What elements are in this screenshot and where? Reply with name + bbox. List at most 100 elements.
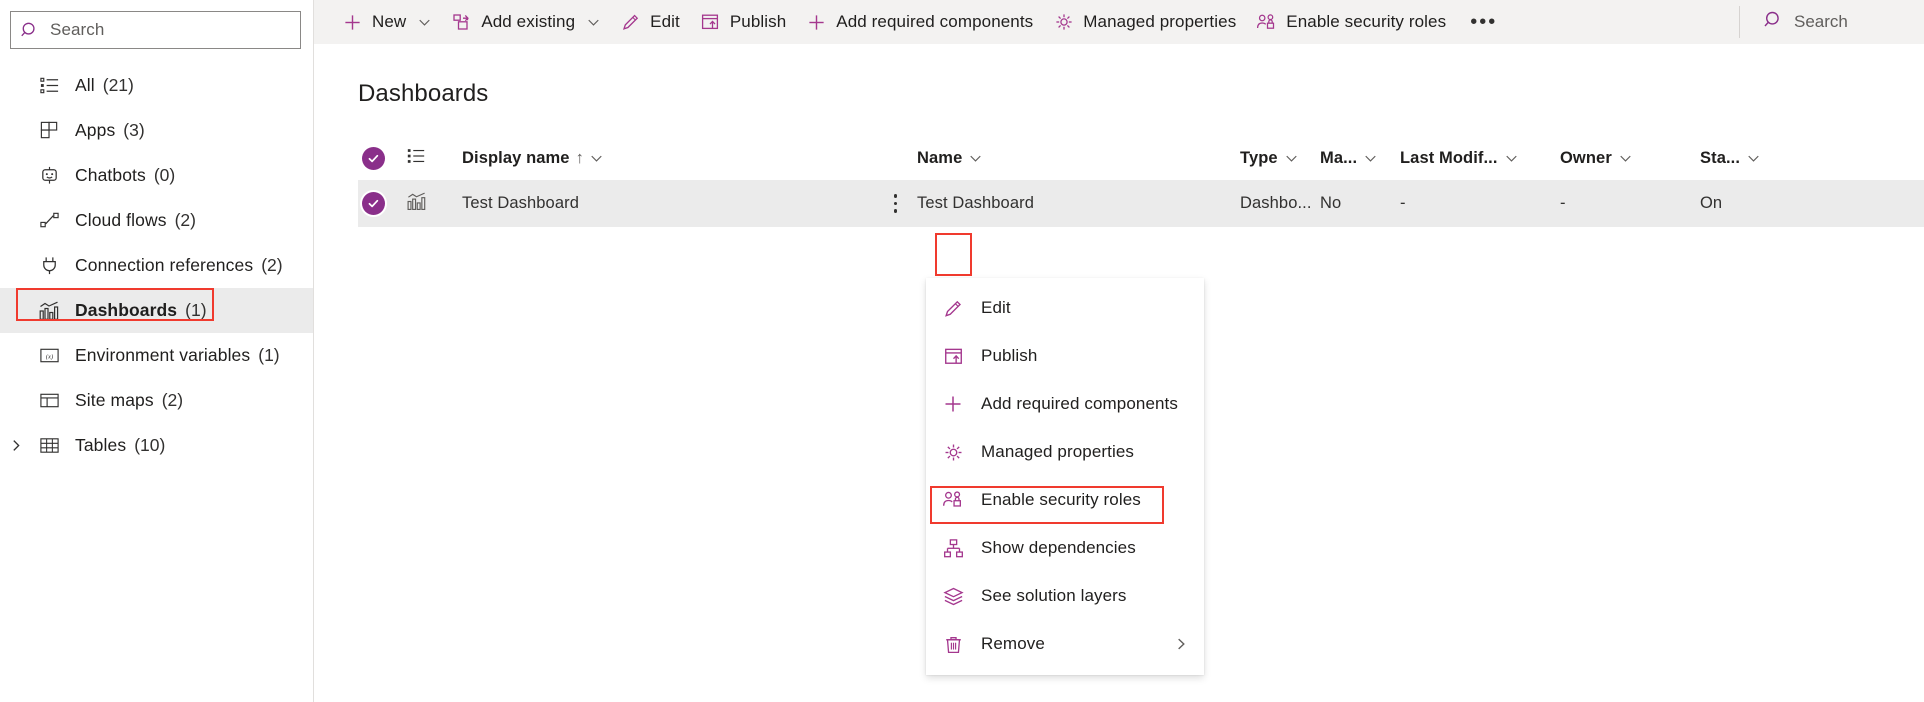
- row-context-menu: Edit Publish Add required components Man…: [926, 278, 1204, 675]
- context-menu-item-edit[interactable]: Edit: [926, 284, 1204, 332]
- sidebar-item-count: (2): [261, 255, 283, 275]
- list-icon: [38, 75, 60, 97]
- gear-icon: [942, 441, 964, 463]
- sidebar-item-all[interactable]: All (21): [0, 63, 313, 108]
- chevron-right-icon[interactable]: [8, 438, 24, 454]
- command-label: Add existing: [481, 12, 576, 31]
- table-icon: [38, 435, 60, 457]
- grid-header-type-icon[interactable]: [406, 146, 462, 171]
- command-label: Managed properties: [1083, 12, 1237, 31]
- command-publish[interactable]: Publish: [690, 0, 796, 44]
- cell-status: On: [1700, 194, 1723, 212]
- app-root: Search All (21) Apps (3) Chatbots (0) Cl…: [0, 0, 1924, 702]
- command-managed-properties[interactable]: Managed properties: [1043, 0, 1246, 44]
- select-all-checkbox[interactable]: [358, 146, 406, 170]
- chatbot-icon: [38, 165, 60, 187]
- dot: [893, 201, 898, 206]
- plus-icon: [342, 12, 363, 33]
- chevron-down-icon[interactable]: [1747, 152, 1760, 165]
- context-menu-item-enable-security-roles[interactable]: Enable security roles: [926, 476, 1204, 524]
- context-menu-item-label: See solution layers: [981, 586, 1127, 605]
- chevron-down-icon[interactable]: [969, 152, 982, 165]
- column-header-owner[interactable]: Owner: [1560, 149, 1700, 168]
- add-existing-icon: [451, 12, 472, 33]
- cell-owner: -: [1560, 194, 1566, 212]
- checkmark-icon: [362, 192, 385, 215]
- sidebar-item-count: (2): [161, 390, 184, 410]
- command-label: Edit: [650, 12, 680, 31]
- chevron-down-icon[interactable]: [1619, 152, 1632, 165]
- command-add-existing[interactable]: Add existing: [441, 0, 610, 44]
- table-row[interactable]: Test Dashboard Test Dashboard Dashbo... …: [358, 180, 1924, 227]
- chevron-down-icon[interactable]: [1505, 152, 1518, 165]
- column-header-type[interactable]: Type: [1240, 149, 1320, 168]
- context-menu-item-managed-properties[interactable]: Managed properties: [926, 428, 1204, 476]
- sidebar-item-count: (2): [174, 210, 196, 230]
- sidebar-item-count: (3): [123, 120, 145, 140]
- chevron-down-icon[interactable]: [587, 16, 600, 29]
- sidebar-item-dashboards[interactable]: Dashboards (1): [0, 288, 313, 333]
- sidebar-item-label: Cloud flows: [75, 210, 167, 230]
- overflow-label: •••: [1470, 11, 1498, 33]
- context-menu-item-label: Edit: [981, 298, 1011, 317]
- chevron-down-icon[interactable]: [1364, 152, 1377, 165]
- security-roles-icon: [942, 489, 964, 511]
- context-menu-item-label: Managed properties: [981, 442, 1135, 461]
- context-menu-item-label: Publish: [981, 346, 1038, 365]
- plug-icon: [38, 255, 60, 277]
- publish-icon: [700, 12, 721, 33]
- plus-icon: [942, 393, 964, 415]
- sidebar-item-apps[interactable]: Apps (3): [0, 108, 313, 153]
- sidebar-item-count: (1): [258, 345, 280, 365]
- sidebar-item-connection-references[interactable]: Connection references (2): [0, 243, 313, 288]
- column-header-last-modified[interactable]: Last Modif...: [1400, 149, 1560, 168]
- sidebar-item-count: (21): [102, 75, 134, 95]
- command-bar-search[interactable]: Search: [1740, 0, 1924, 44]
- column-header-status[interactable]: Sta...: [1700, 149, 1780, 168]
- sidebar-nav-list: All (21) Apps (3) Chatbots (0) Cloud flo…: [0, 63, 313, 468]
- column-label: Name: [917, 148, 963, 167]
- cell-display-name: Test Dashboard: [462, 194, 579, 212]
- sidebar-item-tables[interactable]: Tables (10): [0, 423, 313, 468]
- command-add-required-components[interactable]: Add required components: [796, 0, 1043, 44]
- kebab-menu-icon[interactable]: [879, 183, 913, 224]
- sidebar-item-site-maps[interactable]: Site maps (2): [0, 378, 313, 423]
- context-menu-item-label: Enable security roles: [981, 490, 1141, 509]
- context-menu-item-add-required-components[interactable]: Add required components: [926, 380, 1204, 428]
- command-overflow-button[interactable]: •••: [1456, 0, 1511, 44]
- context-menu-item-see-solution-layers[interactable]: See solution layers: [926, 572, 1204, 620]
- column-header-managed[interactable]: Ma...: [1320, 149, 1400, 168]
- chevron-down-icon[interactable]: [418, 16, 431, 29]
- column-header-name[interactable]: Name: [917, 149, 1240, 168]
- sidebar-item-cloud-flows[interactable]: Cloud flows (2): [0, 198, 313, 243]
- sidebar-search-box[interactable]: Search: [10, 11, 301, 49]
- command-label: New: [372, 12, 407, 31]
- context-menu-item-label: Remove: [981, 634, 1045, 653]
- command-edit[interactable]: Edit: [610, 0, 690, 44]
- context-menu-item-remove[interactable]: Remove: [926, 620, 1204, 668]
- dot: [893, 209, 898, 213]
- command-enable-security-roles[interactable]: Enable security roles: [1246, 0, 1456, 44]
- chevron-down-icon[interactable]: [590, 152, 603, 165]
- context-menu-item-show-dependencies[interactable]: Show dependencies: [926, 524, 1204, 572]
- dashboard-chart-icon: [406, 191, 427, 217]
- search-icon: [21, 21, 40, 40]
- row-type-icon: [406, 191, 462, 217]
- context-menu-item-publish[interactable]: Publish: [926, 332, 1204, 380]
- sitemap-layout-icon: [38, 390, 60, 412]
- pencil-icon: [620, 12, 641, 33]
- column-header-display-name[interactable]: Display name ↑: [462, 149, 917, 168]
- plus-icon: [806, 12, 827, 33]
- row-more-actions-button[interactable]: [874, 183, 917, 224]
- layers-icon: [942, 585, 964, 607]
- chevron-right-icon[interactable]: [1174, 637, 1188, 651]
- row-checkbox[interactable]: [358, 192, 406, 215]
- sidebar-item-chatbots[interactable]: Chatbots (0): [0, 153, 313, 198]
- context-menu-item-label: Show dependencies: [981, 538, 1136, 557]
- column-label: Display name: [462, 148, 570, 167]
- sidebar-item-environment-variables[interactable]: (x) Environment variables (1): [0, 333, 313, 378]
- sidebar-item-label: Connection references: [75, 255, 254, 275]
- command-new[interactable]: New: [332, 0, 441, 44]
- dashboard-chart-icon: [38, 300, 60, 322]
- chevron-down-icon[interactable]: [1285, 152, 1298, 165]
